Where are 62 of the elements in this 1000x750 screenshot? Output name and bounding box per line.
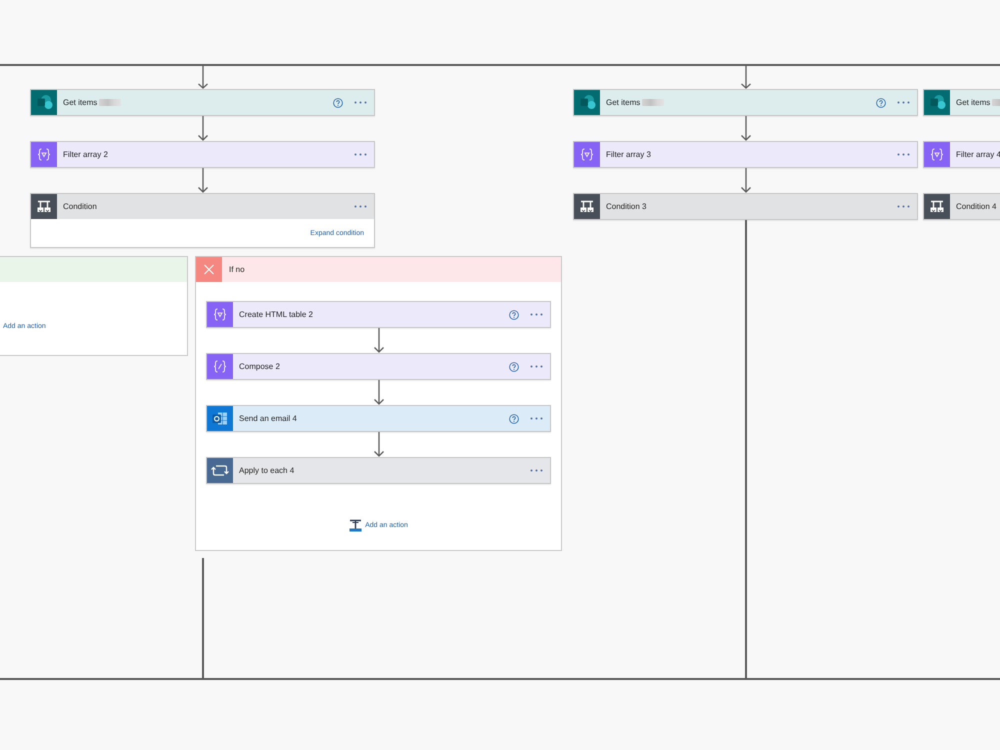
split-icon (31, 194, 57, 219)
connector-arrow (196, 116, 208, 141)
branch-title: If no (229, 265, 245, 274)
action-card[interactable]: Send an email 4 (206, 405, 551, 432)
action-card[interactable]: Filter array 3 (573, 141, 918, 168)
condition-card[interactable]: Condition 3 (573, 193, 918, 220)
action-card[interactable]: Get items (923, 89, 1000, 116)
curly-braces-icon (207, 302, 233, 327)
action-title: Get items (63, 98, 98, 107)
loop-icon (207, 458, 233, 483)
connector-arrow (196, 66, 208, 89)
action-title: Compose 2 (239, 362, 280, 371)
overlapping-circles-icon (574, 90, 600, 115)
mail-icon (207, 406, 233, 431)
connector-arrow (372, 328, 384, 353)
action-title: Filter array 3 (606, 150, 651, 159)
help-icon[interactable] (333, 98, 343, 108)
split-icon (924, 194, 950, 219)
help-icon[interactable] (509, 414, 519, 424)
condition-card[interactable]: Condition 4 (923, 193, 1000, 220)
action-card[interactable]: Filter array 2 (30, 141, 375, 168)
action-title: Filter array 2 (63, 150, 108, 159)
action-title: Get items (956, 98, 990, 107)
more-icon[interactable] (530, 365, 543, 368)
more-icon[interactable] (897, 153, 910, 156)
connector-arrow (740, 168, 752, 193)
connector-arrow (372, 380, 384, 405)
curly-braces-icon (207, 354, 233, 379)
condition-title: Condition 3 (606, 202, 646, 211)
help-icon[interactable] (509, 362, 519, 372)
connector-arrow (740, 66, 752, 89)
action-title: Create HTML table 2 (239, 310, 313, 319)
action-card[interactable]: Apply to each 4 (206, 457, 551, 484)
action-card[interactable]: Create HTML table 2 (206, 301, 551, 328)
more-icon[interactable] (897, 205, 910, 208)
connector-arrow (372, 432, 384, 457)
connector-arrow (740, 116, 752, 141)
split-icon (574, 194, 600, 219)
action-title: Get items (606, 98, 640, 107)
more-icon[interactable] (354, 153, 367, 156)
curly-braces-icon (31, 142, 57, 167)
help-icon[interactable] (876, 98, 886, 108)
branch-header[interactable]: If no (196, 257, 561, 282)
curly-braces-icon (574, 142, 600, 167)
more-icon[interactable] (354, 101, 367, 104)
connector-arrow (196, 168, 208, 193)
condition-title: Condition (63, 202, 97, 211)
action-title: Send an email 4 (239, 414, 297, 423)
action-title: Apply to each 4 (239, 466, 294, 475)
overlapping-circles-icon (924, 90, 950, 115)
condition-title: Condition 4 (956, 202, 996, 211)
help-icon[interactable] (509, 310, 519, 320)
more-icon[interactable] (530, 469, 543, 472)
overlapping-circles-icon (31, 90, 57, 115)
more-icon[interactable] (354, 205, 367, 208)
more-icon[interactable] (897, 101, 910, 104)
more-icon[interactable] (530, 417, 543, 420)
action-card[interactable]: Get items (30, 89, 375, 116)
action-card[interactable]: Get items (573, 89, 918, 116)
more-icon[interactable] (530, 313, 543, 316)
action-card[interactable]: Compose 2 (206, 353, 551, 380)
curly-braces-icon (924, 142, 950, 167)
